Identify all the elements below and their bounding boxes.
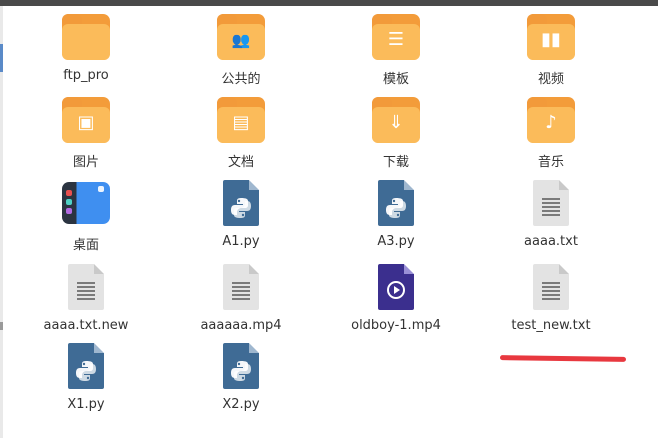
file-label: test_new.txt bbox=[511, 318, 591, 333]
file-label: A3.py bbox=[377, 234, 415, 249]
file-item-videos[interactable]: ▮▮ 视频 bbox=[491, 14, 611, 94]
file-label: X2.py bbox=[222, 397, 260, 412]
file-label: 桌面 bbox=[72, 238, 99, 253]
file-label: 音乐 bbox=[537, 155, 564, 170]
file-item-documents[interactable]: ▤ 文档 bbox=[181, 97, 301, 177]
file-label: aaaa.txt bbox=[524, 234, 578, 249]
file-item-oldboy-1-mp4[interactable]: oldboy-1.mp4 bbox=[336, 264, 456, 344]
file-item-ftp-pro[interactable]: ftp_pro bbox=[26, 14, 146, 94]
file-item-a1-py[interactable]: A1.py bbox=[181, 180, 301, 260]
file-item-desktop[interactable]: 桌面 bbox=[26, 180, 146, 260]
file-item-pictures[interactable]: ▣ 图片 bbox=[26, 97, 146, 177]
folder-download-icon: ⇓ bbox=[372, 97, 420, 145]
desktop-icon bbox=[62, 180, 110, 228]
file-item-aaaaaa-mp4[interactable]: aaaaaa.mp4 bbox=[181, 264, 301, 344]
python-file-icon bbox=[217, 343, 265, 391]
red-underline-annotation bbox=[499, 355, 627, 362]
file-item-a3-py[interactable]: A3.py bbox=[336, 180, 456, 260]
folder-videos-icon: ▮▮ bbox=[527, 14, 575, 62]
window-top-border bbox=[0, 0, 658, 6]
python-file-icon bbox=[372, 180, 420, 228]
file-label: 文档 bbox=[227, 155, 254, 170]
file-label: X1.py bbox=[67, 397, 105, 412]
sidebar-edge-highlight bbox=[0, 44, 3, 72]
file-item-downloads[interactable]: ⇓ 下载 bbox=[336, 97, 456, 177]
file-item-music[interactable]: ♪ 音乐 bbox=[491, 97, 611, 177]
file-item-aaaa-txt[interactable]: aaaa.txt bbox=[491, 180, 611, 260]
file-item-test-new-txt[interactable]: test_new.txt bbox=[491, 264, 611, 344]
file-label: ftp_pro bbox=[63, 68, 109, 83]
file-label: 公共的 bbox=[221, 72, 261, 87]
python-file-icon bbox=[62, 343, 110, 391]
folder-documents-icon: ▤ bbox=[217, 97, 265, 145]
file-label: 图片 bbox=[72, 155, 99, 170]
folder-pictures-icon: ▣ bbox=[62, 97, 110, 145]
file-label: aaaa.txt.new bbox=[43, 318, 129, 333]
text-file-icon bbox=[217, 264, 265, 312]
file-item-x1-py[interactable]: X1.py bbox=[26, 343, 146, 423]
file-label: 下载 bbox=[382, 155, 409, 170]
file-label: aaaaaa.mp4 bbox=[200, 318, 282, 333]
folder-music-icon: ♪ bbox=[527, 97, 575, 145]
file-label: A1.py bbox=[222, 234, 260, 249]
file-item-aaaa-txt-new[interactable]: aaaa.txt.new bbox=[26, 264, 146, 344]
sidebar-edge-marker bbox=[0, 322, 3, 330]
folder-public-icon: 👥 bbox=[217, 14, 265, 62]
python-file-icon bbox=[217, 180, 265, 228]
folder-icon bbox=[62, 14, 110, 62]
file-label: 视频 bbox=[537, 72, 564, 87]
text-file-icon bbox=[527, 264, 575, 312]
file-item-templates[interactable]: ☰ 模板 bbox=[336, 14, 456, 94]
file-item-public[interactable]: 👥 公共的 bbox=[181, 14, 301, 94]
file-label: oldboy-1.mp4 bbox=[351, 318, 441, 333]
video-file-icon bbox=[372, 264, 420, 312]
text-file-icon bbox=[62, 264, 110, 312]
folder-templates-icon: ☰ bbox=[372, 14, 420, 62]
file-item-x2-py[interactable]: X2.py bbox=[181, 343, 301, 423]
text-file-icon bbox=[527, 180, 575, 228]
file-label: 模板 bbox=[382, 72, 409, 87]
